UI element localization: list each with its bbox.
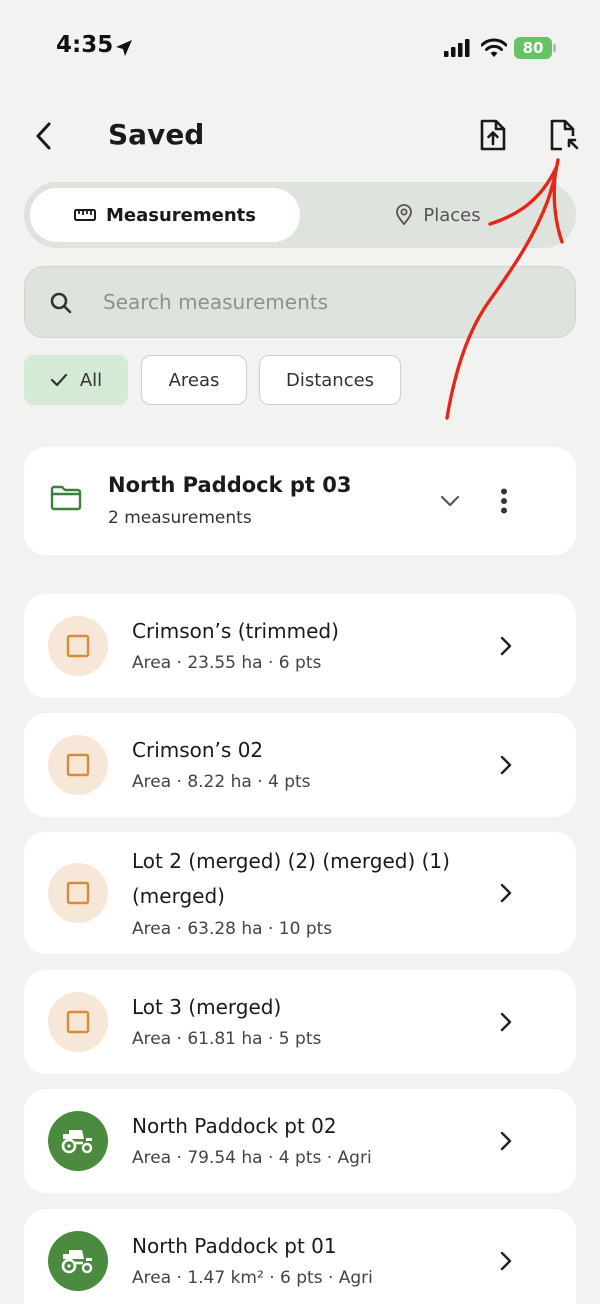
checkmark-icon: [50, 373, 67, 387]
folder-card[interactable]: North Paddock pt 03 2 measurements: [24, 447, 576, 555]
item-title: Crimson’s (trimmed): [132, 619, 339, 643]
folder-title: North Paddock pt 03: [108, 473, 352, 497]
area-square-icon: [66, 1010, 90, 1034]
area-square-icon: [66, 634, 90, 658]
signal-icon: [444, 39, 470, 57]
item-subtitle: Area · 1.47 km² · 6 pts · Agri: [132, 1268, 373, 1288]
measurement-item[interactable]: North Paddock pt 01 Area · 1.47 km² · 6 …: [24, 1209, 576, 1304]
ruler-icon: [74, 209, 96, 221]
filter-chip-all-label: All: [79, 369, 103, 391]
page-title: Saved: [108, 118, 205, 151]
item-title: Lot 3 (merged): [132, 995, 282, 1019]
search-input[interactable]: [103, 267, 553, 337]
folder-icon: [50, 485, 82, 511]
chevron-right-icon: [494, 634, 518, 658]
chevron-right-icon: [494, 1129, 518, 1153]
item-subtitle: Area · 61.81 ha · 5 pts: [132, 1029, 322, 1049]
chevron-right-icon: [494, 1010, 518, 1034]
status-bar: 4:35 80: [0, 0, 600, 100]
item-title: North Paddock pt 01: [132, 1234, 337, 1258]
tab-places-label: Places: [423, 204, 481, 226]
measurement-item[interactable]: Crimson’s 02 Area · 8.22 ha · 4 pts: [24, 713, 576, 817]
area-avatar: [48, 992, 108, 1052]
item-subtitle: Area · 63.28 ha · 10 pts: [132, 919, 333, 939]
expand-folder-button[interactable]: [436, 487, 464, 515]
filter-chip-distances[interactable]: Distances: [259, 355, 401, 405]
tab-measurements[interactable]: Measurements: [30, 188, 300, 242]
area-square-icon: [66, 753, 90, 777]
tractor-icon: [61, 1250, 93, 1274]
item-subtitle: Area · 8.22 ha · 4 pts: [132, 772, 311, 792]
chevron-right-icon: [494, 881, 518, 905]
filter-chip-areas[interactable]: Areas: [141, 355, 247, 405]
export-button[interactable]: [472, 114, 514, 156]
search-bar: [24, 266, 576, 338]
export-file-icon: [480, 119, 506, 151]
area-square-icon: [66, 881, 90, 905]
filter-chip-all[interactable]: All: [24, 355, 128, 405]
header: Saved: [0, 100, 600, 172]
back-button[interactable]: [24, 116, 64, 156]
folder-more-button[interactable]: [490, 483, 518, 519]
status-time: 4:35: [56, 32, 114, 58]
item-subtitle: Area · 23.55 ha · 6 pts: [132, 653, 322, 673]
item-subtitle: Area · 79.54 ha · 4 pts · Agri: [132, 1148, 372, 1168]
tab-switcher: Measurements Places: [24, 182, 576, 248]
back-chevron-icon: [36, 122, 51, 150]
tab-places[interactable]: Places: [306, 188, 570, 242]
filter-chip-distances-label: Distances: [285, 369, 375, 391]
measurement-item[interactable]: Lot 2 (merged) (2) (merged) (1) (merged)…: [24, 832, 576, 954]
item-title: North Paddock pt 02: [132, 1114, 337, 1138]
measurement-item[interactable]: North Paddock pt 02 Area · 79.54 ha · 4 …: [24, 1089, 576, 1193]
chevron-down-icon: [440, 495, 460, 507]
measurement-item[interactable]: Crimson’s (trimmed) Area · 23.55 ha · 6 …: [24, 594, 576, 698]
folder-subtitle: 2 measurements: [108, 508, 252, 528]
item-title: Crimson’s 02: [132, 738, 264, 762]
area-avatar: [48, 735, 108, 795]
chevron-right-icon: [494, 753, 518, 777]
item-title: Lot 2 (merged) (2) (merged) (1) (merged): [132, 849, 450, 908]
tractor-icon: [61, 1130, 93, 1154]
import-button[interactable]: [544, 114, 586, 156]
agri-avatar: [48, 1111, 108, 1171]
wifi-icon: [481, 38, 507, 57]
agri-avatar: [48, 1231, 108, 1291]
filter-chip-areas-label: Areas: [168, 369, 220, 391]
location-pin-icon: [396, 204, 413, 226]
chevron-right-icon: [494, 1249, 518, 1273]
battery-level: 80: [522, 39, 544, 57]
tab-measurements-label: Measurements: [106, 204, 256, 226]
measurement-item[interactable]: Lot 3 (merged) Area · 61.81 ha · 5 pts: [24, 970, 576, 1074]
area-avatar: [48, 863, 108, 923]
area-avatar: [48, 616, 108, 676]
location-arrow-icon: [116, 40, 132, 56]
more-vertical-icon: [501, 488, 507, 514]
search-icon: [50, 292, 72, 314]
import-file-icon: [550, 119, 579, 151]
battery-icon: 80: [514, 37, 556, 59]
